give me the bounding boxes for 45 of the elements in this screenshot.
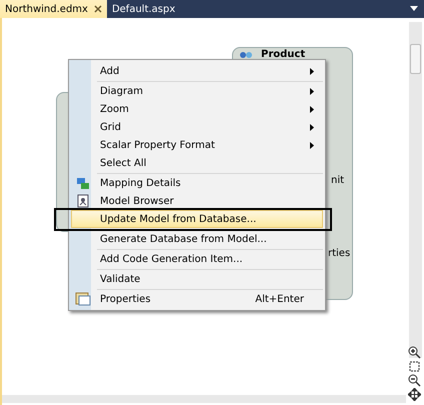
entity-icon — [239, 50, 253, 60]
menu-item[interactable]: Generate Database from Model... — [71, 230, 323, 248]
menu-item[interactable]: Zoom — [71, 100, 323, 118]
property-text: nit — [331, 175, 344, 186]
menu-item[interactable]: Add — [71, 62, 323, 80]
menu-item-label: Add — [99, 66, 120, 76]
scroll-thumb[interactable] — [410, 44, 421, 74]
move-icon[interactable] — [408, 388, 421, 401]
menu-item[interactable]: Properties Alt+Enter — [71, 290, 323, 308]
document-tab[interactable]: Northwind.edmx — [0, 0, 107, 18]
menu-item-label: Add Code Generation Item... — [99, 254, 244, 264]
fit-icon[interactable] — [408, 360, 421, 373]
menu-item-label: Scalar Property Format — [99, 140, 216, 150]
menu-item-label: Mapping Details — [99, 178, 182, 188]
menu-item[interactable]: Diagram — [71, 82, 323, 100]
horizontal-scrollbar[interactable] — [2, 395, 406, 403]
zoom-in-icon[interactable] — [408, 346, 421, 359]
menu-item[interactable]: Model Browser — [71, 192, 323, 210]
menu-item[interactable]: Validate — [71, 270, 323, 288]
menu-item-label: Model Browser — [99, 196, 175, 206]
property-text: rties — [328, 248, 350, 259]
menu-item[interactable]: Grid — [71, 118, 323, 136]
document-icon — [77, 194, 89, 208]
mapping-icon — [76, 176, 90, 190]
menu-item-label: Grid — [99, 122, 122, 132]
vertical-scrollbar[interactable] — [409, 22, 422, 358]
zoom-out-icon[interactable] — [408, 374, 421, 387]
menu-item-label: Diagram — [99, 86, 144, 96]
menu-item-label: Select All — [99, 158, 148, 168]
document-tab[interactable]: Default.aspx — [106, 0, 180, 18]
close-icon[interactable] — [94, 5, 102, 13]
menu-item[interactable]: Mapping Details — [71, 174, 323, 192]
shortcut-text: Alt+Enter — [255, 294, 304, 304]
menu-item-label: Zoom — [99, 104, 130, 114]
menu-item-label: Update Model from Database... — [99, 214, 258, 224]
menu-item-label: Properties — [99, 294, 152, 304]
menu-item-label: Validate — [99, 274, 142, 284]
menu-item[interactable]: Scalar Property Format — [71, 136, 323, 154]
menu-item-label: Generate Database from Model... — [99, 234, 268, 244]
menu-item[interactable]: Select All — [71, 154, 323, 172]
properties-icon — [75, 292, 91, 306]
menu-item[interactable]: Add Code Generation Item... — [71, 250, 323, 268]
dropdown-icon[interactable] — [410, 6, 418, 11]
entity-title: Product — [261, 49, 306, 60]
menu-item[interactable]: Update Model from Database... — [71, 210, 323, 228]
